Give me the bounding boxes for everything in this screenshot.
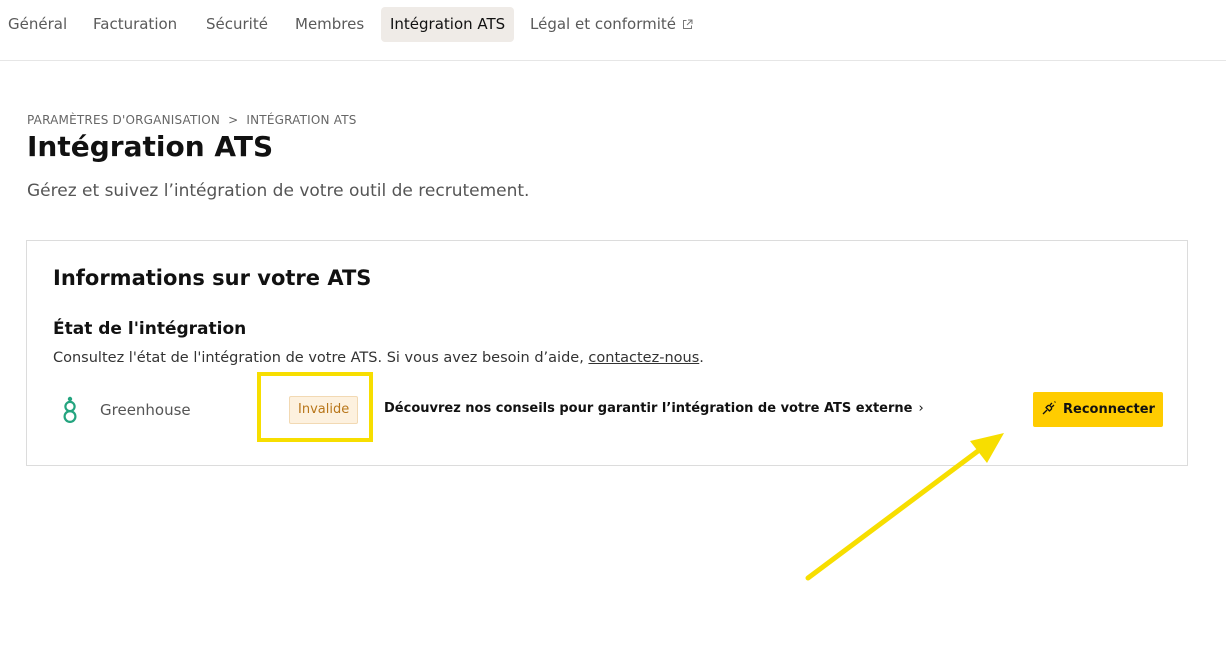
breadcrumb-parent[interactable]: PARAMÈTRES D'ORGANISATION [27, 113, 220, 127]
tab-legal-compliance[interactable]: Légal et conformité [530, 7, 693, 42]
contact-us-link[interactable]: contactez-nous [588, 350, 699, 366]
reconnect-button[interactable]: Reconnecter [1033, 392, 1163, 427]
section-description-text: Consultez l'état de l'intégration de vot… [53, 350, 589, 366]
tab-billing[interactable]: Facturation [93, 7, 177, 42]
tab-general[interactable]: Général [8, 7, 67, 42]
ats-name: Greenhouse [100, 401, 191, 419]
breadcrumb: PARAMÈTRES D'ORGANISATION > INTÉGRATION AT… [27, 113, 357, 127]
chevron-right-icon: › [918, 401, 924, 416]
page-subtitle: Gérez et suivez l’intégration de votre o… [27, 181, 530, 201]
tab-members[interactable]: Membres [295, 7, 364, 42]
external-link-icon [682, 8, 693, 43]
tips-link[interactable]: Découvrez nos conseils pour garantir l’i… [384, 401, 924, 416]
card-title: Informations sur votre ATS [53, 266, 372, 290]
section-title: État de l'intégration [53, 319, 247, 339]
page-title: Intégration ATS [27, 130, 274, 163]
breadcrumb-current: INTÉGRATION ATS [246, 113, 357, 127]
arrow-shaft [805, 445, 985, 581]
reconnect-button-label: Reconnecter [1063, 402, 1155, 417]
tab-ats-integration[interactable]: Intégration ATS [381, 7, 515, 42]
chevron-right-icon: > [228, 113, 239, 127]
section-description: Consultez l'état de l'intégration de vot… [53, 350, 704, 366]
ats-info-card: Informations sur votre ATS État de l'int… [26, 240, 1188, 466]
greenhouse-logo-icon [61, 395, 79, 425]
tips-link-label: Découvrez nos conseils pour garantir l’i… [384, 401, 913, 416]
tab-legal-compliance-label: Légal et conformité [530, 15, 677, 33]
plug-icon [1041, 400, 1057, 420]
tab-security[interactable]: Sécurité [206, 7, 268, 42]
section-description-end: . [699, 350, 704, 366]
top-nav: Général Facturation Sécurité Membres Int… [0, 0, 1226, 61]
annotation-highlight-box [257, 372, 373, 442]
